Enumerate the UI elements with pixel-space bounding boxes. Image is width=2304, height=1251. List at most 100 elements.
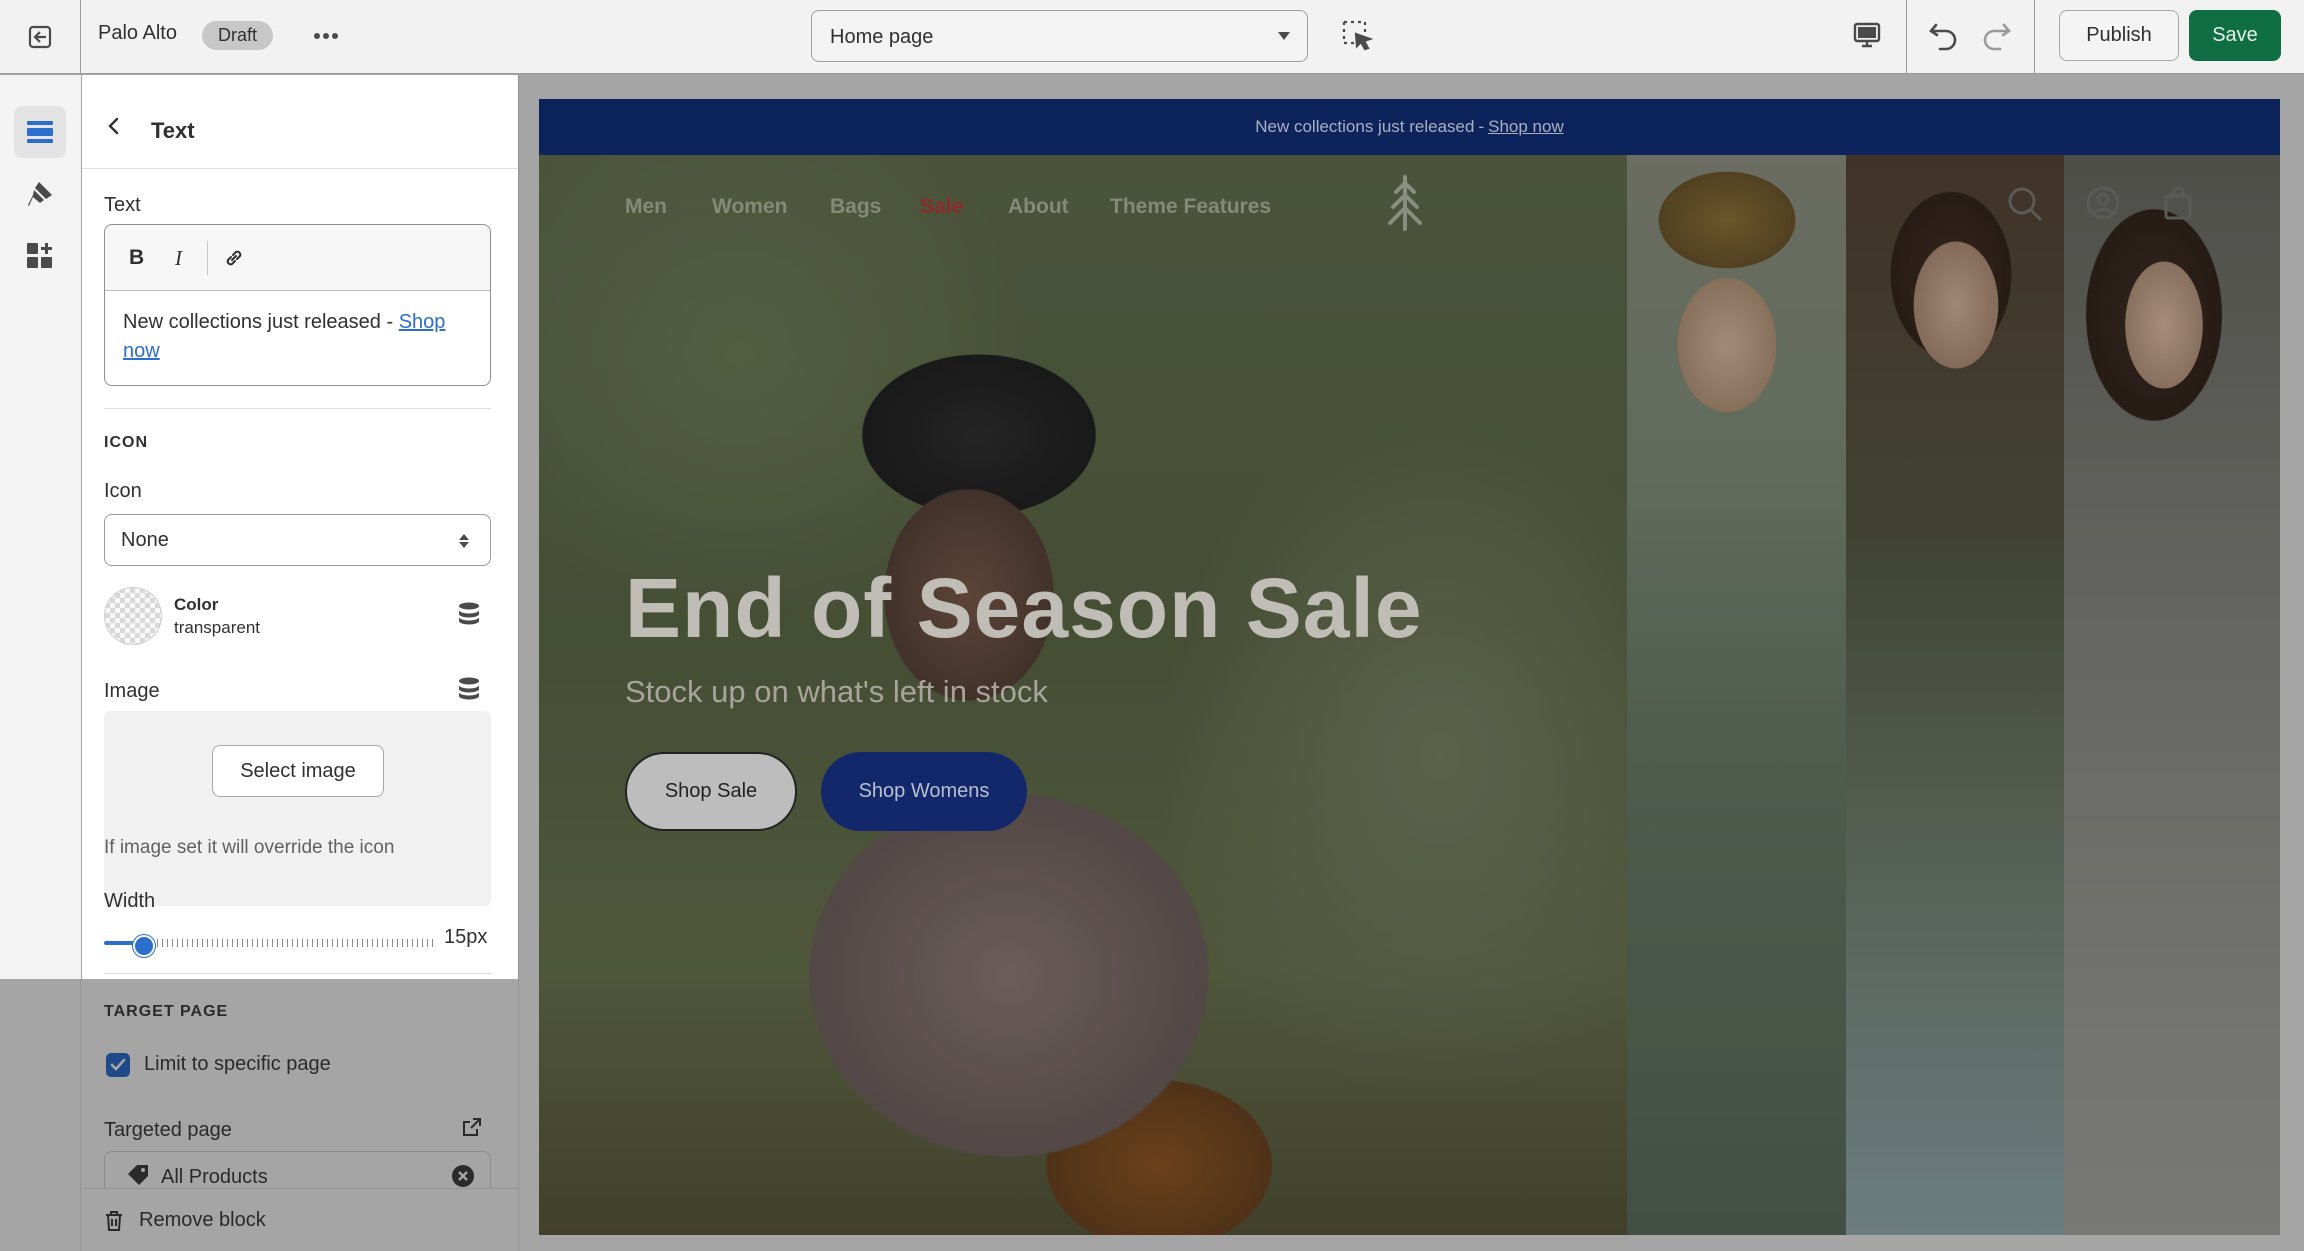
inspect-icon (1340, 18, 1374, 52)
external-link-icon (463, 1118, 481, 1136)
nav-link-men[interactable]: Men (625, 195, 667, 219)
top-bar: Palo Alto Draft Home page Publish Save (0, 0, 2304, 74)
close-circle-icon (452, 1165, 474, 1187)
select-image-button[interactable]: Select image (212, 745, 384, 797)
chevron-left-icon (108, 117, 119, 135)
apps-icon (25, 241, 55, 271)
panel-header: Text (82, 75, 518, 169)
remove-block-button[interactable]: Remove block (139, 1209, 266, 1232)
bold-button[interactable]: B (129, 246, 144, 270)
targeted-page-value: All Products (161, 1166, 268, 1188)
cart-button[interactable] (2163, 185, 2193, 221)
tag-icon (125, 1162, 151, 1188)
save-button[interactable]: Save (2189, 10, 2281, 61)
target-page-section-heading: TARGET PAGE (104, 1003, 229, 1020)
publish-button[interactable]: Publish (2059, 10, 2179, 61)
editor-rail (0, 75, 81, 1251)
divider (1906, 0, 1907, 74)
hero-banner[interactable]: Men Women Bags Sale About Theme Features… (539, 155, 2280, 1235)
undo-icon (1926, 16, 1962, 52)
undo-button[interactable] (1926, 16, 1962, 52)
tree-logo-icon (1388, 175, 1422, 231)
template-select[interactable]: Home page (811, 10, 1308, 62)
width-slider[interactable] (104, 935, 434, 957)
nav-link-sale[interactable]: Sale (920, 195, 963, 219)
color-value: transparent (174, 618, 260, 637)
paintbrush-icon (25, 179, 55, 209)
theme-settings-button[interactable] (14, 168, 66, 220)
shopping-bag-icon (2164, 186, 2192, 220)
template-select-value: Home page (830, 26, 934, 48)
nav-link-bags[interactable]: Bags (830, 195, 881, 219)
slider-thumb[interactable] (133, 935, 155, 957)
divider (104, 408, 491, 409)
database-icon (459, 602, 479, 625)
announcement-text: New collections just released (1255, 117, 1475, 136)
editor-content[interactable]: New collections just released - Shop now (123, 308, 479, 366)
link-button[interactable] (223, 247, 245, 269)
shop-womens-button[interactable]: Shop Womens (821, 752, 1027, 831)
dynamic-source-button[interactable] (458, 677, 480, 701)
image-help-text: If image set it will override the icon (104, 837, 395, 858)
hero-subtitle: Stock up on what's left in stock (625, 674, 1048, 709)
icon-select-value: None (121, 529, 169, 551)
redo-button[interactable] (1978, 16, 2014, 52)
inspect-button[interactable] (1340, 18, 1374, 52)
nav-link-women[interactable]: Women (712, 195, 787, 219)
color-swatch[interactable] (104, 587, 162, 645)
more-actions-button[interactable] (306, 18, 346, 54)
hero-title: End of Season Sale (625, 561, 1423, 655)
announcement-link[interactable]: Shop now (1488, 117, 1564, 137)
redo-icon (1978, 16, 2014, 52)
search-icon (2008, 187, 2043, 222)
nav-link-about[interactable]: About (1008, 195, 1069, 219)
panel-title: Text (151, 118, 195, 143)
exit-button[interactable] (0, 0, 81, 74)
sections-icon (25, 119, 55, 145)
divider (104, 973, 491, 974)
desktop-icon (1852, 20, 1882, 50)
image-field-label: Image (104, 680, 160, 702)
trash-icon (104, 1210, 124, 1232)
divider (2034, 0, 2035, 74)
targeted-page-label: Targeted page (104, 1119, 232, 1141)
italic-button[interactable]: I (175, 246, 182, 271)
announcement-bar[interactable]: New collections just released - Shop now (539, 99, 2280, 155)
divider (207, 241, 208, 275)
width-field-label: Width (104, 890, 156, 912)
slider-ticks (152, 939, 434, 947)
nav-link-theme-features[interactable]: Theme Features (1110, 195, 1271, 219)
editor-text: New collections just released - (123, 311, 399, 333)
icon-field-label: Icon (104, 480, 142, 502)
account-button[interactable] (2085, 185, 2121, 221)
checkmark-icon (110, 1058, 126, 1071)
limit-page-checkbox[interactable] (106, 1053, 130, 1077)
desktop-view-button[interactable] (1852, 20, 1882, 50)
color-label: Color (174, 595, 219, 614)
apps-button[interactable] (14, 230, 66, 282)
search-button[interactable] (2006, 185, 2044, 223)
chevron-down-icon (1277, 31, 1291, 41)
image-picker: Select image (104, 711, 491, 906)
back-button[interactable] (106, 117, 122, 135)
open-external-button[interactable] (462, 1117, 482, 1137)
limit-page-label: Limit to specific page (144, 1053, 331, 1075)
rich-text-editor[interactable]: B I New collections just released - Shop… (104, 224, 491, 386)
status-badge: Draft (202, 21, 274, 50)
clear-button[interactable] (451, 1164, 475, 1188)
icon-select[interactable]: None (104, 514, 491, 566)
select-arrows-icon (458, 532, 470, 550)
exit-icon (26, 23, 54, 51)
store-logo[interactable] (1382, 175, 1428, 231)
shop-sale-button[interactable]: Shop Sale (625, 752, 797, 831)
dynamic-source-button[interactable] (458, 602, 480, 626)
text-field-label: Text (104, 194, 141, 216)
panel-footer: Remove block (82, 1188, 518, 1251)
database-icon (459, 677, 479, 700)
editor-toolbar: B I (105, 225, 490, 291)
width-value: 15px (444, 926, 488, 948)
more-horizontal-icon (313, 32, 339, 40)
icon-section-heading: ICON (104, 434, 148, 451)
link-icon (226, 250, 242, 266)
sections-button[interactable] (14, 106, 66, 158)
